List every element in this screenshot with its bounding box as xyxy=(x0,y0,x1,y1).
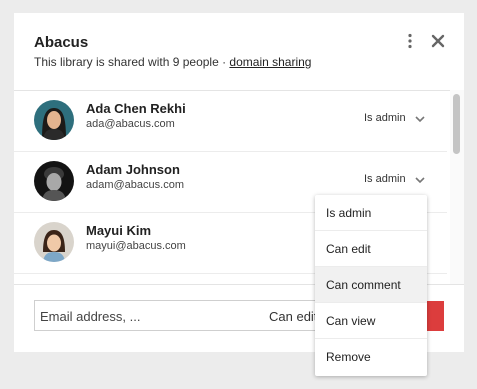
dialog-subtitle: This library is shared with 9 people · d… xyxy=(34,55,311,69)
chevron-down-icon xyxy=(415,116,425,123)
avatar-photo xyxy=(34,161,74,201)
avatar-photo xyxy=(34,100,74,140)
scrollbar[interactable] xyxy=(450,90,464,284)
role-dropdown-menu: Is admin Can edit Can comment Can view R… xyxy=(315,195,427,376)
menu-item-can-edit[interactable]: Can edit xyxy=(315,231,427,267)
member-email: ada@abacus.com xyxy=(86,118,175,130)
menu-item-can-view[interactable]: Can view xyxy=(315,303,427,339)
menu-item-is-admin[interactable]: Is admin xyxy=(315,195,427,231)
member-name: Adam Johnson xyxy=(86,162,180,177)
member-role-select[interactable]: Is admin xyxy=(364,112,406,124)
domain-sharing-link[interactable]: domain sharing xyxy=(229,55,311,69)
avatar xyxy=(34,100,74,140)
avatar-photo xyxy=(34,222,74,262)
member-role-select[interactable]: Is admin xyxy=(364,173,406,185)
invite-button[interactable] xyxy=(425,301,444,331)
member-name: Mayui Kim xyxy=(86,223,152,238)
chevron-down-icon xyxy=(415,177,425,184)
member-email: mayui@abacus.com xyxy=(86,240,186,252)
menu-item-can-comment[interactable]: Can comment xyxy=(315,267,427,303)
close-icon xyxy=(431,34,445,48)
more-vertical-icon xyxy=(408,33,412,49)
role-dropdown-toggle[interactable] xyxy=(414,173,426,185)
menu-item-remove[interactable]: Remove xyxy=(315,339,427,375)
share-count-text: This library is shared with 9 people · xyxy=(34,55,230,69)
avatar xyxy=(34,222,74,262)
close-button[interactable] xyxy=(428,31,448,51)
member-row: Ada Chen Rekhi ada@abacus.com Is admin xyxy=(14,90,447,152)
scrollbar-thumb[interactable] xyxy=(453,94,460,154)
dialog-title: Abacus xyxy=(34,34,89,51)
member-name: Ada Chen Rekhi xyxy=(86,101,186,116)
avatar xyxy=(34,161,74,201)
role-dropdown-toggle[interactable] xyxy=(414,112,426,124)
invite-role-select[interactable]: Can edit xyxy=(269,309,317,324)
member-email: adam@abacus.com xyxy=(86,179,184,191)
more-options-button[interactable] xyxy=(401,32,419,50)
dialog-header: Abacus This library is shared with 9 peo… xyxy=(14,13,464,91)
email-input[interactable] xyxy=(40,307,250,325)
invite-field[interactable]: Can edit xyxy=(34,300,352,331)
